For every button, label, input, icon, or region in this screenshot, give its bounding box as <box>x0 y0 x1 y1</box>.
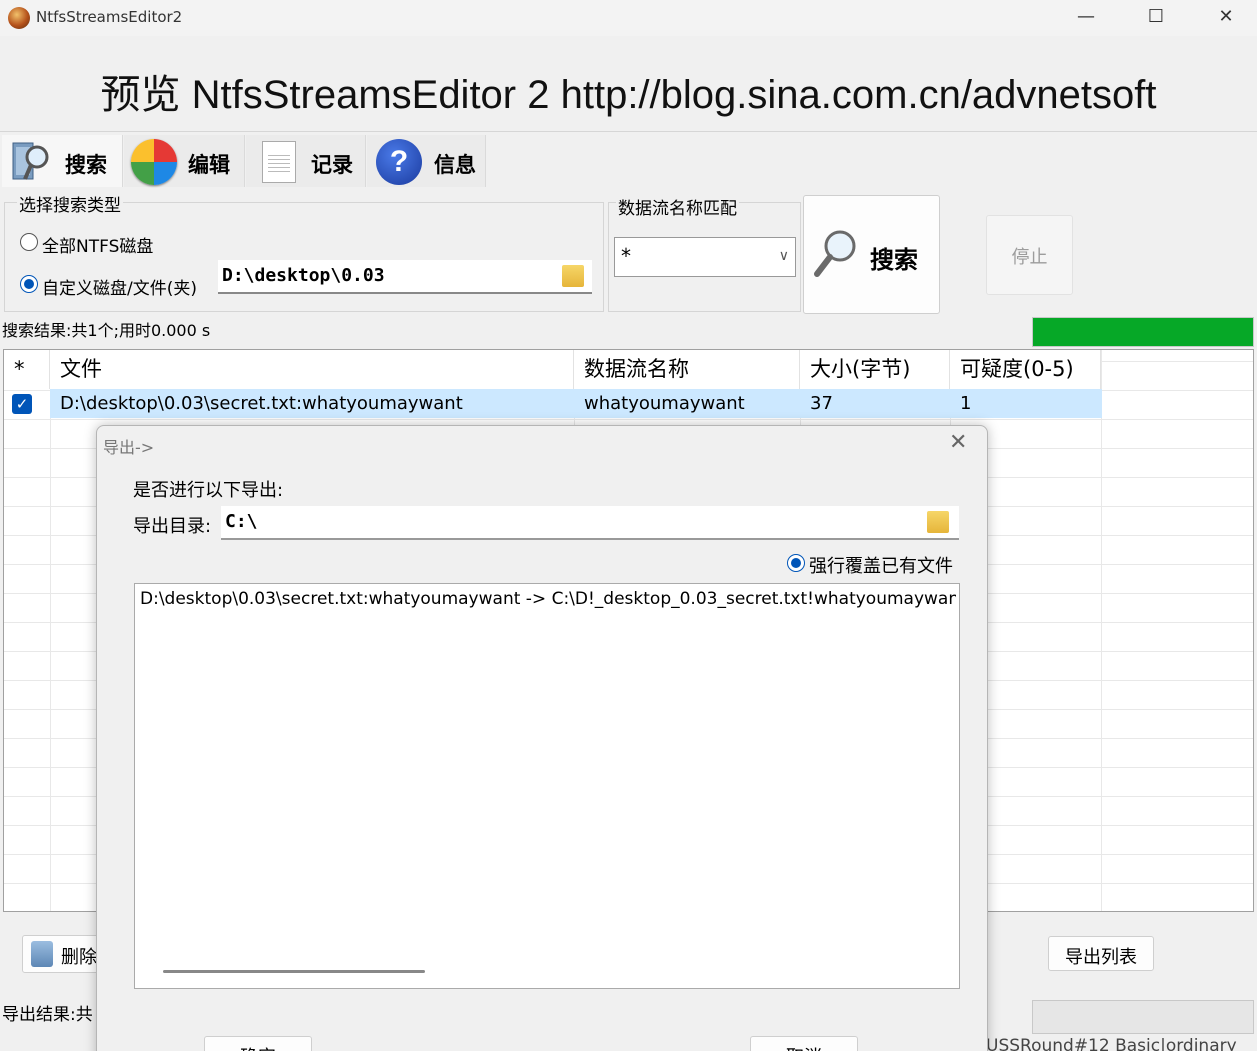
ok-button[interactable]: 确定 <box>204 1036 312 1051</box>
browse-folder-icon[interactable] <box>927 511 949 533</box>
background-window-text: USSRound#12 Basic|ordinary <box>986 1036 1237 1051</box>
export-dir-label: 导出目录: <box>133 516 212 537</box>
column-header-suspicion[interactable]: 可疑度(0-5) <box>950 350 1101 389</box>
banner: 预览 NtfsStreamsEditor 2 http://blog.sina.… <box>0 40 1257 132</box>
title-bar: NtfsStreamsEditor2 — ☐ ✕ <box>0 0 1257 36</box>
overwrite-radio[interactable] <box>787 554 805 572</box>
radio-all-disks[interactable] <box>20 233 38 251</box>
delete-icon <box>31 941 53 967</box>
tab-edit-label: 编辑 <box>188 153 230 177</box>
magnifier-icon <box>814 230 856 277</box>
export-list-label: 导出列表 <box>1065 947 1137 968</box>
export-dir-input[interactable]: C:\ <box>221 506 959 540</box>
dialog-title: 导出-> <box>103 438 155 457</box>
export-result-status: 导出结果:共 <box>2 1005 93 1025</box>
search-type-title: 选择搜索类型 <box>17 191 123 216</box>
cancel-button[interactable]: 取消 <box>750 1036 858 1051</box>
stream-pattern-combo[interactable]: * ∨ <box>614 237 796 277</box>
dialog-question: 是否进行以下导出: <box>133 480 284 501</box>
column-header-file[interactable]: 文件 <box>50 350 574 389</box>
chevron-down-icon: ∨ <box>778 248 789 264</box>
ok-button-label: 确定 <box>205 1043 311 1051</box>
dialog-close-icon[interactable]: ✕ <box>949 430 967 455</box>
horizontal-scrollbar[interactable] <box>163 970 425 973</box>
toolbar: 搜索 编辑 记录 ? 信息 <box>0 133 1257 188</box>
tab-search[interactable]: 搜索 <box>2 135 123 187</box>
column-header-check[interactable]: * <box>4 350 50 389</box>
stream-pattern-value: * <box>621 244 631 268</box>
radio-custom-path[interactable] <box>20 275 38 293</box>
tab-info-label: 信息 <box>434 153 476 177</box>
stream-pattern-title: 数据流名称匹配 <box>616 194 739 219</box>
column-divider <box>1101 350 1102 911</box>
tab-log[interactable]: 记录 <box>246 135 366 187</box>
custom-path-value: D:\desktop\0.03 <box>222 265 385 286</box>
search-progress-bar <box>1032 317 1254 347</box>
tab-log-label: 记录 <box>311 153 353 177</box>
export-dialog: 导出-> ✕ 是否进行以下导出: 导出目录: C:\ 强行覆盖已有文件 D:\d… <box>96 425 988 1051</box>
export-list[interactable]: D:\desktop\0.03\secret.txt:whatyoumaywan… <box>134 583 960 989</box>
search-icon <box>12 142 49 180</box>
search-button[interactable]: 搜索 <box>803 195 940 314</box>
list-item: D:\desktop\0.03\secret.txt:whatyoumaywan… <box>140 589 956 609</box>
progress-fill <box>1033 318 1253 346</box>
custom-path-input[interactable]: D:\desktop\0.03 <box>218 260 592 294</box>
radio-custom-path-label: 自定义磁盘/文件(夹) <box>42 279 197 299</box>
minimize-button[interactable]: — <box>1066 4 1106 30</box>
row-size: 37 <box>810 393 833 414</box>
search-button-label: 搜索 <box>870 246 918 274</box>
document-icon <box>262 141 296 183</box>
browse-folder-icon[interactable] <box>562 265 584 287</box>
tab-search-label: 搜索 <box>65 153 107 177</box>
column-divider <box>50 350 51 911</box>
row-checkbox[interactable]: ✓ <box>12 394 32 414</box>
cancel-button-label: 取消 <box>751 1043 857 1051</box>
radio-all-disks-label: 全部NTFS磁盘 <box>42 237 154 257</box>
export-dir-value: C:\ <box>225 511 258 532</box>
row-suspicion: 1 <box>960 393 972 414</box>
row-file: D:\desktop\0.03\secret.txt:whatyoumaywan… <box>60 393 463 414</box>
stop-button-label: 停止 <box>1011 247 1048 268</box>
stop-button[interactable]: 停止 <box>986 215 1073 295</box>
tab-info[interactable]: ? 信息 <box>367 135 486 187</box>
tab-edit[interactable]: 编辑 <box>124 135 245 187</box>
export-list-button[interactable]: 导出列表 <box>1048 936 1154 971</box>
export-progress-bar <box>1032 1000 1254 1034</box>
overwrite-label: 强行覆盖已有文件 <box>809 556 953 577</box>
delete-button-label: 删除 <box>61 947 97 968</box>
maximize-button[interactable]: ☐ <box>1136 4 1176 30</box>
window-title: NtfsStreamsEditor2 <box>36 8 183 26</box>
search-type-group: 选择搜索类型 全部NTFS磁盘 自定义磁盘/文件(夹) <box>4 191 604 312</box>
search-result-status: 搜索结果:共1个;用时0.000 s <box>2 321 211 340</box>
help-icon: ? <box>376 139 422 185</box>
app-icon <box>8 7 30 29</box>
banner-text: 预览 NtfsStreamsEditor 2 http://blog.sina.… <box>100 73 1157 117</box>
column-header-size[interactable]: 大小(字节) <box>800 350 950 389</box>
windows-logo-icon <box>131 139 177 185</box>
row-stream: whatyoumaywant <box>584 393 745 414</box>
column-header-stream[interactable]: 数据流名称 <box>574 350 800 389</box>
close-button[interactable]: ✕ <box>1206 4 1246 30</box>
